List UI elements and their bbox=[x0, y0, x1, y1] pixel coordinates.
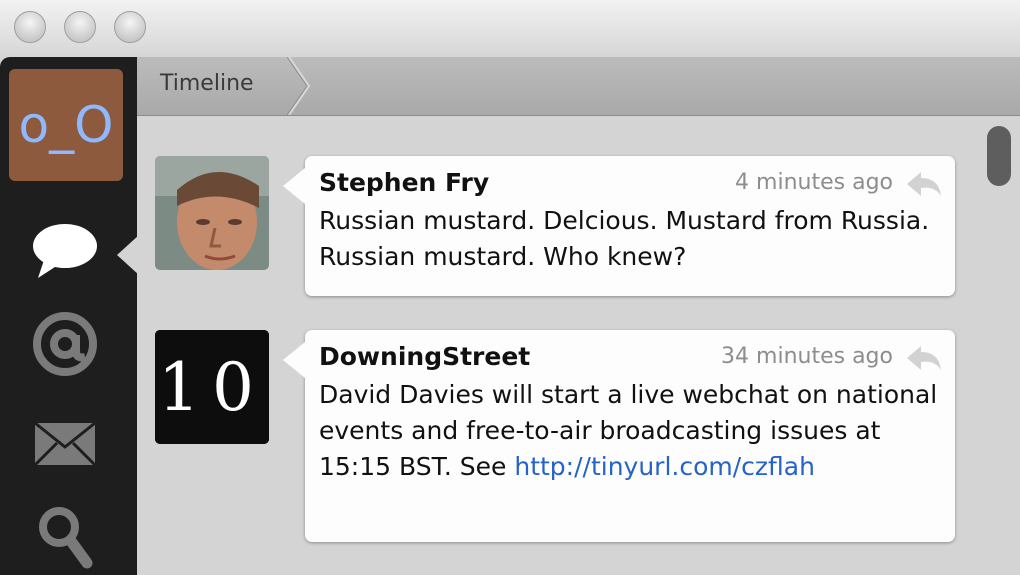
tweet[interactable]: DowningStreet 34 minutes ago David Davie… bbox=[283, 330, 955, 542]
tweet-avatar-downing-street[interactable]: 10 bbox=[155, 330, 269, 444]
tweet-link[interactable]: http://tinyurl.com/czflah bbox=[514, 452, 815, 481]
tweet-text: David Davies will start a live webchat o… bbox=[319, 377, 941, 485]
reply-icon[interactable] bbox=[905, 344, 943, 372]
user-photo-icon bbox=[155, 156, 269, 270]
speech-bubble-icon bbox=[33, 224, 97, 278]
tweet[interactable]: Stephen Fry 4 minutes ago Russian mustar… bbox=[283, 156, 955, 296]
minimize-button[interactable] bbox=[64, 11, 96, 43]
selection-pointer bbox=[117, 235, 139, 275]
tweet-time: 4 minutes ago bbox=[735, 170, 893, 195]
envelope-icon bbox=[33, 421, 97, 467]
title-bar bbox=[0, 0, 1020, 57]
sidebar-item-timeline[interactable] bbox=[28, 218, 102, 282]
sidebar-item-search[interactable] bbox=[28, 504, 102, 569]
breadcrumb[interactable]: Timeline bbox=[160, 71, 254, 96]
tweet-avatar-stephen-fry[interactable] bbox=[155, 156, 269, 270]
reply-icon[interactable] bbox=[905, 170, 943, 198]
sidebar: o_O bbox=[0, 57, 139, 575]
close-button[interactable] bbox=[14, 11, 46, 43]
tweet-time: 34 minutes ago bbox=[721, 344, 893, 369]
timeline[interactable]: Stephen Fry 4 minutes ago Russian mustar… bbox=[137, 116, 1020, 575]
account-avatar[interactable]: o_O bbox=[9, 69, 123, 181]
account-avatar-text: o_O bbox=[18, 96, 114, 154]
breadcrumb-chevron-icon bbox=[287, 57, 311, 115]
search-icon bbox=[39, 507, 93, 569]
zoom-button[interactable] bbox=[114, 11, 146, 43]
header: Timeline bbox=[137, 57, 1020, 116]
at-icon bbox=[33, 312, 97, 376]
avatar-lettering: 10 bbox=[158, 348, 266, 426]
tweet-text: Russian mustard. Delcious. Mustard from … bbox=[319, 206, 930, 271]
sidebar-item-mentions[interactable] bbox=[28, 312, 102, 376]
scrollbar-thumb[interactable] bbox=[987, 126, 1011, 186]
sidebar-item-messages[interactable] bbox=[28, 412, 102, 476]
